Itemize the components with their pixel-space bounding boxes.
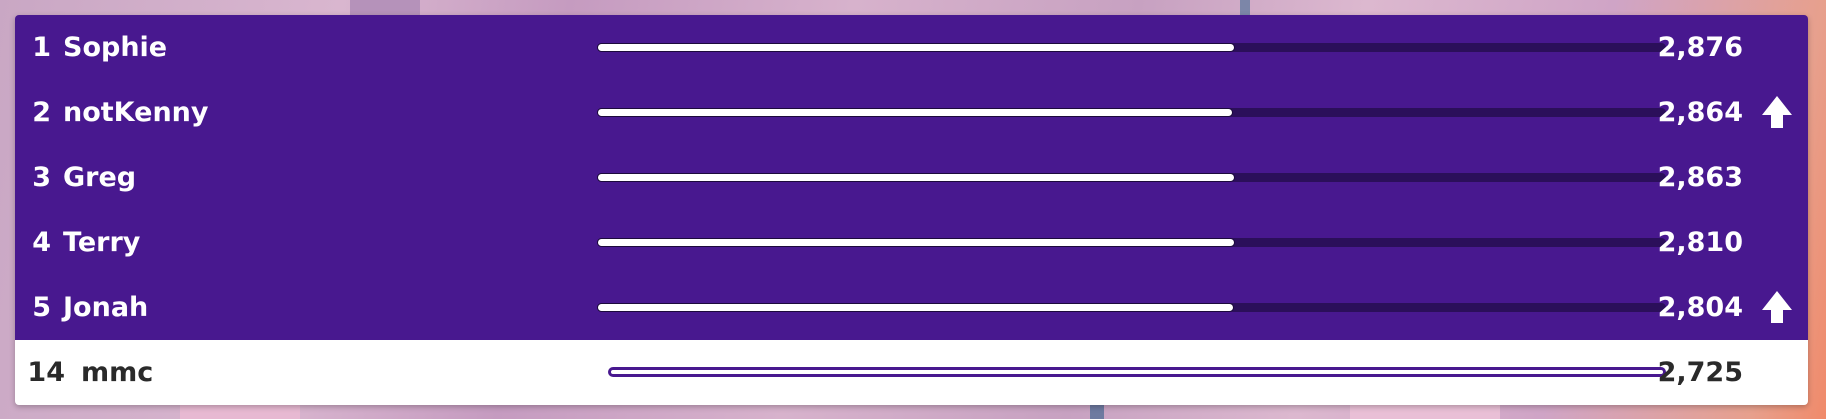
background-shape: [180, 405, 300, 419]
leaderboard: 1 Sophie 2,876 2 notKenny 2,864 3 Greg 2…: [15, 15, 1808, 405]
up-arrow-icon: [1762, 96, 1792, 128]
score-bar: [597, 43, 1666, 52]
rank-label: 14: [27, 357, 65, 388]
background-shape: [1090, 405, 1104, 419]
player-name: Terry: [63, 227, 141, 258]
score-bar-fill: [597, 238, 1236, 247]
background-shape: [1350, 405, 1500, 419]
player-name: notKenny: [63, 97, 209, 128]
score-bar-fill: [597, 108, 1234, 117]
leaderboard-row-self: 14 mmc 2,725: [15, 340, 1808, 405]
score-value: 2,725: [1657, 357, 1743, 388]
player-name: Jonah: [63, 292, 149, 323]
score-bar-fill: [597, 303, 1235, 312]
score-value: 2,876: [1657, 32, 1743, 63]
score-bar: [597, 173, 1666, 182]
score-bar: [597, 303, 1666, 312]
rank-label: 2: [32, 97, 51, 128]
score-value: 2,863: [1657, 162, 1743, 193]
leaderboard-row: 4 Terry 2,810: [15, 210, 1808, 275]
score-bar: [597, 108, 1666, 117]
rank-label: 1: [32, 32, 51, 63]
player-name: Sophie: [63, 32, 168, 63]
leaderboard-row: 3 Greg 2,863: [15, 145, 1808, 210]
score-value: 2,864: [1657, 97, 1743, 128]
score-bar: [608, 367, 1666, 377]
up-arrow-icon: [1762, 291, 1792, 323]
score-bar-fill: [597, 43, 1236, 52]
rank-label: 3: [32, 162, 51, 193]
rank-label: 5: [32, 292, 51, 323]
leaderboard-row: 2 notKenny 2,864: [15, 80, 1808, 145]
player-name: Greg: [63, 162, 137, 193]
score-bar: [597, 238, 1666, 247]
rank-label: 4: [32, 227, 51, 258]
leaderboard-row: 1 Sophie 2,876: [15, 15, 1808, 80]
player-name: mmc: [81, 357, 154, 388]
score-value: 2,810: [1657, 227, 1743, 258]
leaderboard-row: 5 Jonah 2,804: [15, 275, 1808, 340]
score-bar-fill: [597, 173, 1236, 182]
background-shape: [1240, 0, 1250, 15]
score-value: 2,804: [1657, 292, 1743, 323]
background-shape: [350, 0, 420, 15]
